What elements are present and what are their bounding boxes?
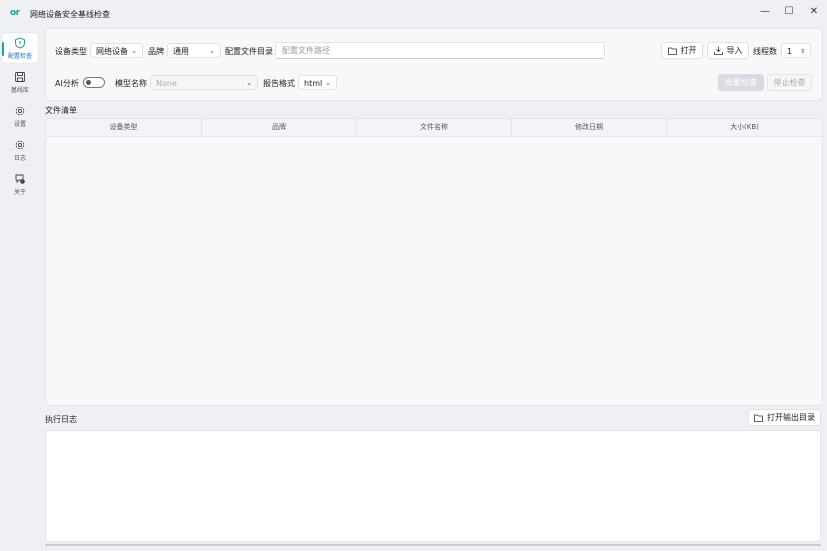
- chevron-down-icon: ⌄: [325, 79, 331, 87]
- model-name-value: None: [156, 79, 177, 88]
- sidebar-item-label: 基线库: [10, 87, 29, 94]
- sidebar-item-label: 关于: [13, 189, 26, 196]
- folder-icon: [667, 47, 677, 55]
- sidebar-item-label: 配置检查: [7, 53, 32, 60]
- sidebar-item-log[interactable]: 日志: [2, 135, 38, 165]
- minimize-button[interactable]: —: [756, 5, 774, 19]
- folder-icon: [754, 414, 763, 422]
- window-title: 网络设备安全基线检查: [30, 10, 110, 19]
- open-output-dir-button[interactable]: 打开输出目录: [748, 409, 821, 426]
- threads-spinbox[interactable]: 1 ⇕: [781, 43, 811, 58]
- sidebar-item-about[interactable]: 关于: [2, 169, 38, 199]
- model-name-label: 模型名称: [115, 79, 147, 88]
- model-name-select[interactable]: None ⌄: [150, 75, 258, 90]
- table-header: 设备类型 品牌 文件名称 修改日期 大小(KB): [46, 119, 822, 137]
- report-format-select[interactable]: html ⌄: [298, 75, 337, 90]
- column-header-file-name[interactable]: 文件名称: [357, 119, 512, 136]
- report-format-label: 报告格式: [263, 79, 295, 88]
- file-list-title: 文件清单: [45, 106, 77, 115]
- column-header-device-type[interactable]: 设备类型: [46, 119, 202, 136]
- chat-info-icon: [15, 174, 25, 184]
- active-indicator: [2, 42, 4, 56]
- device-type-value: 网络设备: [96, 47, 128, 56]
- gear-icon: [15, 106, 25, 116]
- batch-check-button[interactable]: 批量检查: [718, 74, 764, 91]
- column-header-size[interactable]: 大小(KB): [667, 119, 822, 136]
- sidebar-item-settings[interactable]: 设置: [2, 101, 38, 131]
- brand-value: 通用: [173, 47, 189, 56]
- sidebar: 配置检查 基线库 设置 日志 关于: [0, 27, 40, 551]
- open-button[interactable]: 打开: [661, 42, 703, 59]
- maximize-button[interactable]: ☐: [780, 5, 798, 19]
- device-type-label: 设备类型: [55, 47, 87, 56]
- download-icon: [713, 46, 723, 55]
- report-format-value: html: [304, 79, 323, 88]
- ai-analysis-label: AI分析: [55, 79, 79, 88]
- config-dir-label: 配置文件目录: [225, 47, 273, 56]
- app-logo: or: [10, 8, 20, 18]
- device-type-select[interactable]: 网络设备 ⌄: [90, 43, 143, 58]
- sidebar-item-config-check[interactable]: 配置检查: [2, 33, 38, 63]
- sidebar-item-label: 日志: [13, 155, 26, 162]
- chevron-down-icon: ⌄: [209, 47, 215, 55]
- gear-icon: [15, 140, 25, 150]
- close-button[interactable]: ✕: [805, 5, 823, 19]
- column-header-brand[interactable]: 品牌: [202, 119, 357, 136]
- horizontal-scrollbar[interactable]: [45, 544, 821, 546]
- log-title: 执行日志: [45, 415, 77, 424]
- title-bar: or 网络设备安全基线检查 — ☐ ✕: [0, 0, 827, 27]
- threads-label: 线程数: [753, 47, 777, 56]
- stop-check-button[interactable]: 停止检查: [767, 74, 812, 91]
- shield-icon: [15, 37, 25, 49]
- sidebar-item-label: 设置: [13, 121, 26, 128]
- brand-label: 品牌: [148, 47, 164, 56]
- config-path-input[interactable]: 配置文件路径: [275, 42, 605, 59]
- log-output-area[interactable]: [45, 430, 821, 542]
- save-icon: [15, 72, 25, 82]
- chevron-down-icon: ⌄: [131, 47, 137, 55]
- sidebar-item-baseline-lib[interactable]: 基线库: [2, 67, 38, 97]
- threads-value: 1: [787, 47, 793, 56]
- column-header-modified-date[interactable]: 修改日期: [512, 119, 667, 136]
- chevron-down-icon: ⌄: [246, 79, 252, 87]
- toggle-knob: [86, 80, 91, 85]
- spin-arrows-icon[interactable]: ⇕: [800, 44, 805, 59]
- config-path-placeholder: 配置文件路径: [282, 46, 330, 55]
- brand-select[interactable]: 通用 ⌄: [167, 43, 221, 58]
- ai-analysis-toggle[interactable]: [83, 77, 105, 88]
- import-button[interactable]: 导入: [707, 42, 749, 59]
- file-list-table[interactable]: 设备类型 品牌 文件名称 修改日期 大小(KB): [45, 118, 823, 406]
